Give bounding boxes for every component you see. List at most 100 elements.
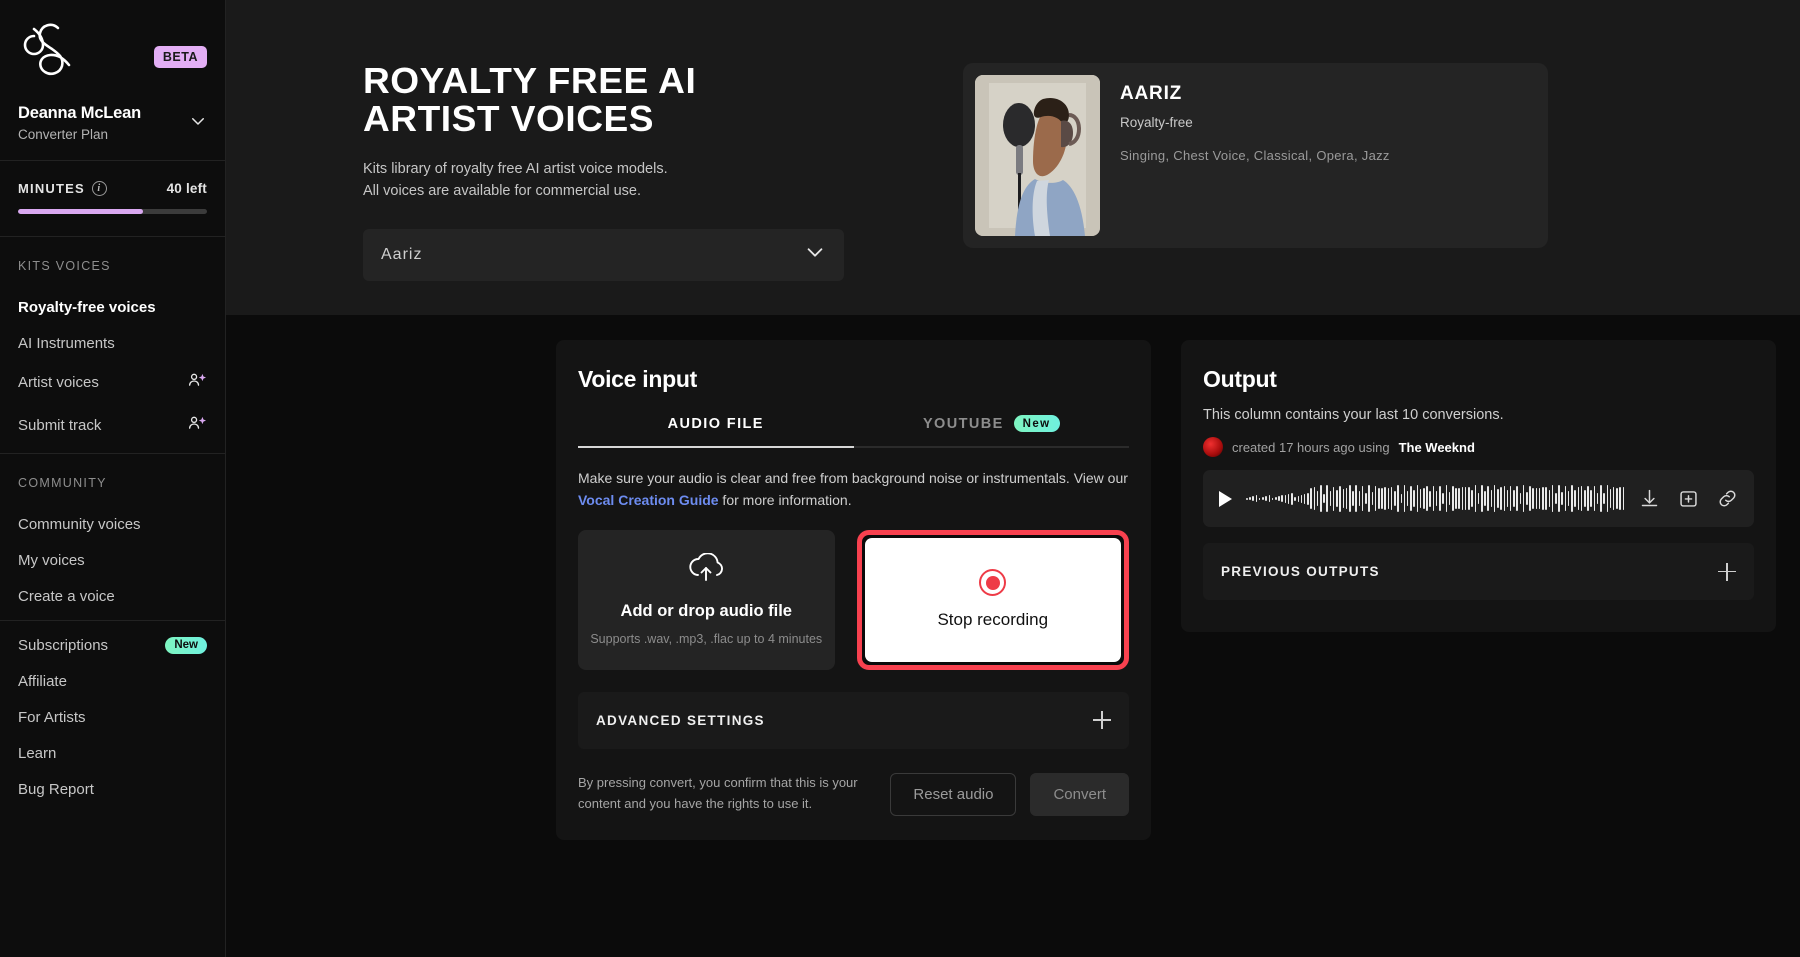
- tab-youtube-label: YOUTUBE: [922, 415, 1004, 432]
- record-dot-icon: [979, 569, 1007, 597]
- convert-button[interactable]: Convert: [1030, 772, 1129, 816]
- sidebar-item-label: For Artists: [18, 708, 86, 726]
- sidebar-section-heading: KITS VOICES: [18, 259, 111, 273]
- voice-card-styles: Singing, Chest Voice, Classical, Opera, …: [1120, 148, 1390, 163]
- page-subtitle: Kits library of royalty free AI artist v…: [363, 158, 826, 203]
- user-sparkle-icon: [187, 371, 207, 395]
- output-title: Output: [1203, 366, 1277, 392]
- user-sparkle-icon: [187, 414, 207, 438]
- stop-recording-label: Stop recording: [937, 610, 1049, 630]
- output-panel: Output This column contains your last 10…: [1181, 340, 1776, 632]
- page-subtitle-line1: Kits library of royalty free AI artist v…: [363, 160, 668, 177]
- voice-input-tabs: AUDIO FILE YOUTUBE New: [578, 415, 1129, 448]
- advanced-settings-toggle[interactable]: ADVANCED SETTINGS: [578, 691, 1129, 749]
- sidebar-item-label: Submit track: [18, 417, 102, 434]
- plus-icon[interactable]: [1093, 711, 1111, 730]
- sidebar-item-artist-voices[interactable]: Artist voices: [18, 361, 207, 404]
- page-subtitle-line2: All voices are available for commercial …: [363, 183, 642, 200]
- voice-input-title: Voice input: [578, 366, 697, 392]
- sidebar-item-affiliate[interactable]: Affiliate: [18, 663, 207, 699]
- sidebar-item-learn[interactable]: Learn: [18, 735, 207, 771]
- sidebar-item-label: My voices: [18, 551, 85, 569]
- sidebar-item-bug-report[interactable]: Bug Report: [18, 771, 207, 807]
- sidebar-item-my-voices[interactable]: My voices: [18, 542, 207, 578]
- voice-select-value: Aariz: [381, 245, 423, 263]
- sidebar-item-label: Subscriptions: [18, 636, 109, 654]
- audio-waveform[interactable]: [1246, 485, 1625, 513]
- minutes-label: MINUTES: [18, 181, 85, 196]
- sidebar-section: COMMUNITY Community voices My voices Create…: [0, 454, 225, 620]
- sidebar-section: KITS VOICES Royalty-free voices AI Instrum…: [0, 237, 225, 453]
- sidebar-item-badge: New: [165, 636, 207, 654]
- sidebar: BETA Deanna McLean Converter Plan MINUTE…: [0, 0, 226, 957]
- tab-audio-file[interactable]: AUDIO FILE: [578, 415, 854, 448]
- action-buttons: Reset audio Convert: [890, 772, 1129, 816]
- audio-hint-text-2: for more information.: [718, 492, 852, 509]
- account-switcher[interactable]: Deanna McLean Converter Plan: [0, 80, 225, 160]
- previous-outputs-toggle[interactable]: PREVIOUS OUTPUTS: [1203, 543, 1754, 600]
- sidebar-item-label: Create a voice: [18, 587, 115, 605]
- avatar: [1203, 437, 1223, 457]
- sidebar-item-label: Affiliate: [18, 672, 67, 690]
- previous-outputs-label: PREVIOUS OUTPUTS: [1221, 564, 1380, 579]
- save-to-library-icon[interactable]: [1678, 488, 1699, 509]
- beta-badge: BETA: [153, 46, 207, 68]
- info-icon[interactable]: i: [91, 181, 107, 196]
- stop-recording-button[interactable]: Stop recording: [864, 537, 1121, 662]
- input-actions-row: Add or drop audio file Supports .wav, .m…: [578, 529, 1129, 670]
- play-icon[interactable]: [1219, 490, 1232, 507]
- minutes-meter: MINUTES i 40 left: [0, 161, 225, 236]
- selected-voice-card[interactable]: AARIZ Royalty-free Singing, Chest Voice,…: [963, 63, 1548, 248]
- minutes-remaining: 40 left: [166, 181, 207, 196]
- copy-link-icon[interactable]: [1717, 488, 1738, 509]
- sidebar-item-submit-track[interactable]: Submit track: [18, 404, 207, 447]
- account-plan: Converter Plan: [18, 127, 109, 142]
- advanced-settings-label: ADVANCED SETTINGS: [596, 712, 765, 728]
- minutes-progress-fill: [18, 209, 143, 214]
- sidebar-item-label: Artist voices: [18, 374, 99, 391]
- voice-card-tag: Royalty-free: [1120, 115, 1193, 130]
- sidebar-nav: KITS VOICES Royalty-free voices AI Instrum…: [0, 237, 225, 827]
- sidebar-item-create-a-voice[interactable]: Create a voice: [18, 578, 207, 614]
- account-name: Deanna McLean: [18, 104, 142, 122]
- sidebar-section-heading: COMMUNITY: [18, 476, 107, 490]
- audio-dropzone[interactable]: Add or drop audio file Supports .wav, .m…: [578, 529, 835, 670]
- vocal-creation-guide-link[interactable]: Vocal Creation Guide: [578, 492, 719, 508]
- chevron-down-icon[interactable]: [804, 241, 826, 268]
- sidebar-item-for-artists[interactable]: For Artists: [18, 699, 207, 735]
- sidebar-item-community-voices[interactable]: Community voices: [18, 506, 207, 542]
- kits-logo-icon[interactable]: [18, 18, 74, 80]
- sidebar-item-label: Bug Report: [18, 780, 94, 798]
- sidebar-item-label: AI Instruments: [18, 334, 115, 352]
- hero-banner: ROYALTY FREE AI ARTIST VOICES Kits libra…: [226, 0, 1800, 315]
- sidebar-item-label: Community voices: [18, 515, 141, 533]
- player-actions: [1639, 488, 1738, 509]
- sidebar-item-subscriptions[interactable]: Subscriptions New: [18, 627, 207, 663]
- convert-disclaimer: By pressing convert, you confirm that th…: [578, 775, 858, 812]
- chevron-down-icon[interactable]: [189, 112, 207, 135]
- panels-row: Voice input AUDIO FILE YOUTUBE New Make …: [226, 315, 1800, 840]
- output-subtitle: This column contains your last 10 conver…: [1203, 407, 1504, 423]
- output-item-artist: The Weeknd: [1398, 439, 1475, 455]
- tab-youtube-badge: New: [1013, 415, 1060, 432]
- dropzone-title: Add or drop audio file: [620, 602, 792, 621]
- output-item-created: created 17 hours ago using: [1232, 439, 1390, 455]
- sidebar-item-ai-instruments[interactable]: AI Instruments: [18, 325, 207, 361]
- plus-icon[interactable]: [1718, 562, 1736, 581]
- output-item-meta: created 17 hours ago using The Weeknd: [1203, 437, 1754, 457]
- minutes-progress-track: [18, 209, 207, 214]
- reset-audio-button[interactable]: Reset audio: [890, 772, 1017, 816]
- record-highlight-frame: Stop recording: [856, 529, 1129, 670]
- voice-select-dropdown[interactable]: Aariz: [363, 228, 844, 281]
- tab-audio-file-label: AUDIO FILE: [667, 415, 764, 432]
- cloud-upload-icon: [687, 552, 725, 588]
- tab-youtube[interactable]: YOUTUBE New: [853, 415, 1129, 448]
- voice-avatar-image: [975, 75, 1100, 236]
- minutes-label-group: MINUTES i: [18, 181, 107, 196]
- sidebar-item-royalty-free-voices[interactable]: Royalty-free voices: [18, 289, 207, 325]
- voice-input-panel: Voice input AUDIO FILE YOUTUBE New Make …: [556, 340, 1151, 840]
- audio-hint: Make sure your audio is clear and free f…: [578, 467, 1129, 512]
- audio-hint-text-1: Make sure your audio is clear and free f…: [578, 470, 1128, 486]
- download-icon[interactable]: [1639, 488, 1660, 509]
- app-root: BETA Deanna McLean Converter Plan MINUTE…: [0, 0, 1800, 957]
